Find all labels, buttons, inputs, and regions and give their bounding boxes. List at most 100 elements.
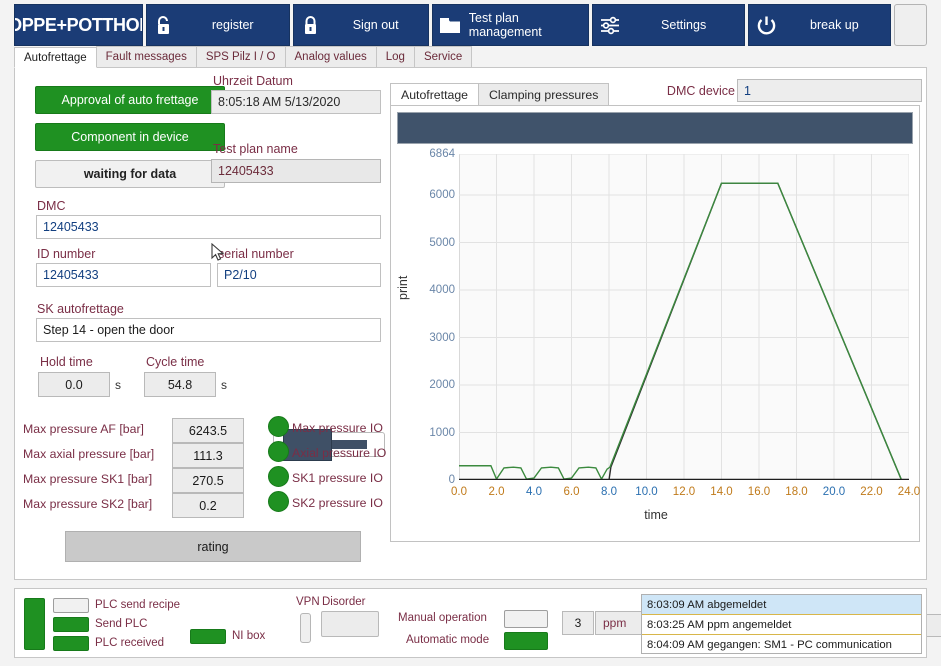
component-in-device-button[interactable]: Component in device — [35, 123, 225, 151]
max-axial-pressure-value: 111.3 — [172, 443, 244, 468]
y-tick-label: 1000 — [403, 427, 455, 439]
tab-service[interactable]: Service — [414, 46, 472, 67]
event-log-list[interactable]: 8:03:09 AM abgemeldet 8:03:25 AM ppm ang… — [641, 594, 922, 654]
x-tick-label: 8.0 — [601, 486, 617, 498]
plc-status-bar-indicator — [24, 598, 45, 650]
max-pressure-io-led — [268, 416, 289, 437]
y-tick-label: 4000 — [403, 284, 455, 296]
max-axial-pressure-label: Max axial pressure [bar] — [23, 447, 154, 461]
x-axis-label: time — [397, 508, 915, 522]
tab-label: Log — [386, 51, 405, 63]
register-button[interactable]: register — [146, 4, 290, 46]
axial-pressure-io-led — [268, 441, 289, 462]
chart-panel: DMC device 1 Autofrettage Clamping press… — [381, 68, 928, 580]
ni-box-lamp — [190, 629, 226, 644]
x-axis-ticks: 0.0 2.0 4.0 6.0 8.0 10.0 12.0 14.0 16.0 18.0 20.0 2… — [397, 486, 915, 504]
waiting-for-data-button[interactable]: waiting for data — [35, 160, 225, 188]
chart-tab-label: Autofrettage — [401, 88, 468, 102]
test-plan-management-label: Test plan management — [467, 11, 588, 39]
tab-fault-messages[interactable]: Fault messages — [96, 46, 197, 67]
plot-area: print time 01000200030004000500060006864… — [397, 150, 915, 535]
dmc-label: DMC — [37, 199, 65, 213]
break-up-button[interactable]: break up — [748, 4, 891, 46]
dmc-device-value[interactable]: 1 — [737, 79, 922, 102]
tab-sps-pilz-io[interactable]: SPS Pilz I / O — [196, 46, 286, 67]
sk2-pressure-io-led — [268, 491, 289, 512]
top-toolbar: POPPE+POTTHOFF register Sign out — [14, 4, 927, 46]
max-pressure-sk2-value: 0.2 — [172, 493, 244, 518]
x-tick-label: 18.0 — [785, 486, 807, 498]
power-icon — [749, 15, 783, 36]
x-tick-label: 10.0 — [635, 486, 657, 498]
y-tick-label: 3000 — [403, 332, 455, 344]
settings-button[interactable]: Settings — [592, 4, 745, 46]
x-tick-label: 0.0 — [451, 486, 467, 498]
vpn-label: VPN — [296, 596, 320, 608]
uhrzeit-datum-value: 8:05:18 AM 5/13/2020 — [211, 90, 381, 114]
cycle-time-value: 54.8 — [144, 372, 216, 397]
sk1-pressure-io-led — [268, 466, 289, 487]
serial-number-input[interactable]: P2/10 — [217, 263, 381, 287]
test-plan-management-button[interactable]: Test plan management — [432, 4, 589, 46]
y-axis-ticks: 01000200030004000500060006864 — [397, 150, 455, 480]
y-tick-label: 0 — [403, 474, 455, 486]
max-pressure-af-label: Max pressure AF [bar] — [23, 422, 144, 436]
max-pressure-af-value: 6243.5 — [172, 418, 244, 443]
tab-label: Fault messages — [106, 51, 187, 63]
plc-received-lamp — [53, 636, 89, 651]
rating-button[interactable]: rating — [65, 531, 361, 562]
x-tick-label: 22.0 — [860, 486, 882, 498]
tab-label: Service — [424, 51, 462, 63]
plc-received-label: PLC received — [95, 637, 164, 649]
sign-out-label: Sign out — [328, 18, 428, 32]
x-tick-label: 20.0 — [823, 486, 845, 498]
max-pressure-sk2-label: Max pressure SK2 [bar] — [23, 497, 152, 511]
x-tick-label: 4.0 — [526, 486, 542, 498]
tab-log[interactable]: Log — [376, 46, 415, 67]
hold-time-value: 0.0 — [38, 372, 110, 397]
sk-autofrettage-label: SK autofrettage — [37, 302, 124, 316]
automatic-mode-label: Automatic mode — [406, 634, 489, 646]
tab-autofrettage[interactable]: Autofrettage — [14, 47, 97, 68]
chart-tab-clamping-pressures[interactable]: Clamping pressures — [478, 83, 609, 105]
cycle-time-label: Cycle time — [146, 355, 204, 369]
plc-send-recipe-label: PLC send recipe — [95, 599, 180, 611]
hold-time-unit: s — [115, 378, 121, 392]
log-item[interactable]: 8:03:09 AM abgemeldet — [642, 595, 921, 615]
sk1-pressure-io-label: SK1 pressure IO — [292, 471, 383, 485]
x-tick-label: 6.0 — [564, 486, 580, 498]
tab-label: SPS Pilz I / O — [206, 51, 276, 63]
company-logo: POPPE+POTTHOFF — [14, 4, 143, 46]
main-content: Approval of auto frettage Component in d… — [14, 68, 927, 580]
x-tick-label: 12.0 — [673, 486, 695, 498]
test-plan-name-value: 12405433 — [211, 159, 381, 183]
dmc-input[interactable]: 12405433 — [36, 215, 381, 239]
blank-toolbar-button[interactable] — [894, 4, 927, 46]
chart-tab-autofrettage[interactable]: Autofrettage — [390, 83, 479, 105]
sk-autofrettage-status: Step 14 - open the door — [36, 318, 381, 342]
approval-of-auto-frettage-button[interactable]: Approval of auto frettage — [35, 86, 225, 114]
log-item[interactable]: 8:04:09 AM gegangen: SM1 - PC communicat… — [642, 635, 921, 654]
x-tick-label: 14.0 — [710, 486, 732, 498]
x-tick-label: 16.0 — [748, 486, 770, 498]
vpn-lamp — [300, 613, 311, 643]
tab-analog-values[interactable]: Analog values — [285, 46, 377, 67]
sliders-icon — [593, 15, 627, 36]
test-plan-name-label: Test plan name — [213, 142, 298, 156]
cycle-time-unit: s — [221, 378, 227, 392]
log-item[interactable]: 8:03:25 AM ppm angemeldet — [642, 615, 921, 635]
x-tick-label: 2.0 — [489, 486, 505, 498]
chart-tab-label: Clamping pressures — [489, 88, 598, 102]
break-up-label: break up — [783, 18, 890, 32]
disorder-indicator — [321, 611, 379, 637]
settings-label: Settings — [627, 18, 744, 32]
id-number-input[interactable]: 12405433 — [36, 263, 211, 287]
y-tick-label: 6864 — [403, 148, 455, 160]
status-bar: PLC send recipe Send PLC PLC received NI… — [14, 588, 927, 658]
sign-out-button[interactable]: Sign out — [293, 4, 429, 46]
register-label: register — [181, 18, 289, 32]
chart-container: print time 01000200030004000500060006864… — [390, 105, 920, 542]
axial-pressure-io-label: Axial pressure IO — [292, 446, 386, 460]
max-pressure-io-label: Max pressure IO — [292, 421, 383, 435]
y-tick-label: 2000 — [403, 379, 455, 391]
